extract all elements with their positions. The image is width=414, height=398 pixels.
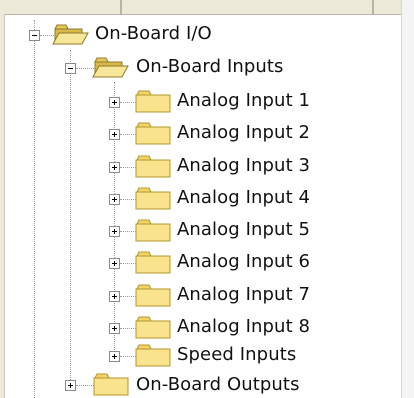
tree-connector [34,20,35,398]
right-edge [401,0,414,398]
expand-toggle[interactable] [109,226,120,237]
collapse-toggle[interactable] [29,30,40,41]
expand-toggle[interactable] [109,194,120,205]
folder-icon [134,89,172,115]
tree-connector [114,82,115,352]
expand-toggle[interactable] [65,380,76,391]
open-folder-icon [92,54,130,80]
tree-node-label: Analog Input 3 [177,155,311,176]
folder-icon [134,218,172,244]
tree-node-label: Analog Input 1 [177,90,311,111]
folder-icon [134,315,172,341]
tree-node-label: Analog Input 8 [177,316,311,337]
tree-node-label: Analog Input 6 [177,251,311,272]
left-border [0,14,5,398]
folder-icon [134,154,172,180]
folder-icon [134,343,172,369]
folder-icon [92,372,130,398]
header-bar [0,0,414,15]
header-divider [120,0,122,14]
folder-icon [134,121,172,147]
header-divider [372,0,374,14]
tree-node-label: On-Board Outputs [136,374,300,395]
expand-toggle[interactable] [109,162,120,173]
folder-icon [134,186,172,212]
expand-toggle[interactable] [109,323,120,334]
tree-node-label: Speed Inputs [177,344,297,365]
tree-node-label: Analog Input 5 [177,219,311,240]
folder-icon [134,283,172,309]
tree-node-label: Analog Input 2 [177,122,311,143]
expand-toggle[interactable] [109,351,120,362]
collapse-toggle[interactable] [65,63,76,74]
folder-icon [134,250,172,276]
open-folder-icon [52,21,90,47]
tree-node-label: Analog Input 7 [177,284,311,305]
expand-toggle[interactable] [109,291,120,302]
tree-node-label: On-Board I/O [95,23,212,44]
tree-connector [70,50,71,382]
expand-toggle[interactable] [109,258,120,269]
expand-toggle[interactable] [109,97,120,108]
tree-view-panel: On-Board I/O On-Board Inputs Analog Inpu… [0,0,414,398]
tree-node-label: On-Board Inputs [136,56,284,77]
tree-node-label: Analog Input 4 [177,187,311,208]
expand-toggle[interactable] [109,129,120,140]
